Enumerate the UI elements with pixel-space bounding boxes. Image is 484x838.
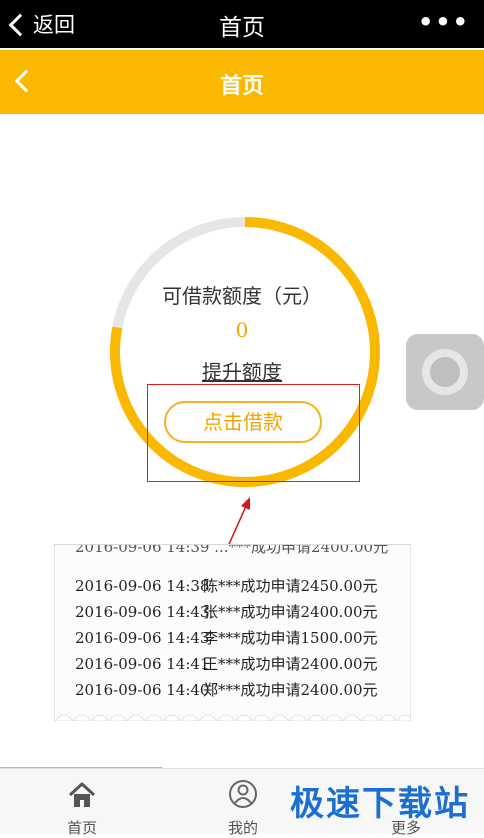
- record-text: 李***成功申请1500.00元: [203, 629, 378, 647]
- record-time: 2016-09-06 14:38: [75, 577, 210, 595]
- record-text: 张***成功申请2400.00元: [203, 603, 378, 621]
- record-row: 2016-09-06 14:43张***成功申请2400.00元: [75, 601, 378, 622]
- record-time: 2016-09-06 14:43: [75, 629, 210, 647]
- home-icon: [68, 782, 96, 807]
- loan-records-ticker: 2016-09-06 14:39 ...***成功申请2400.00元 2016…: [54, 544, 411, 721]
- assistive-touch-icon: [422, 349, 468, 395]
- assistive-touch-button[interactable]: [406, 334, 484, 410]
- tab-home-label: 首页: [66, 819, 97, 837]
- record-row: 2016-09-06 14:38陈***成功申请2450.00元: [75, 575, 378, 596]
- record-row: 2016-09-06 14:43李***成功申请1500.00元: [75, 627, 378, 648]
- tab-home[interactable]: 首页: [32, 769, 132, 837]
- watermark-text: 极速下载站: [290, 784, 470, 824]
- record-time: 2016-09-06 14:41: [75, 655, 210, 673]
- tab-mine[interactable]: 我的: [193, 769, 293, 837]
- record-text: 王***成功申请2400.00元: [203, 655, 378, 673]
- record-row: 2016-09-06 14:40郑***成功申请2400.00元: [75, 679, 378, 700]
- record-row: 2016-09-06 14:41王***成功申请2400.00元: [75, 653, 378, 674]
- record-time: 2016-09-06 14:40: [75, 681, 210, 699]
- record-time: 2016-09-06 14:43: [75, 603, 210, 621]
- record-partial: 2016-09-06 14:39 ...***成功申请2400.00元: [75, 544, 389, 556]
- tab-mine-label: 我的: [227, 819, 258, 837]
- record-text: 郑***成功申请2400.00元: [203, 681, 378, 699]
- user-icon: [229, 780, 257, 808]
- record-text: 陈***成功申请2450.00元: [203, 577, 378, 595]
- torn-edge: [55, 714, 410, 721]
